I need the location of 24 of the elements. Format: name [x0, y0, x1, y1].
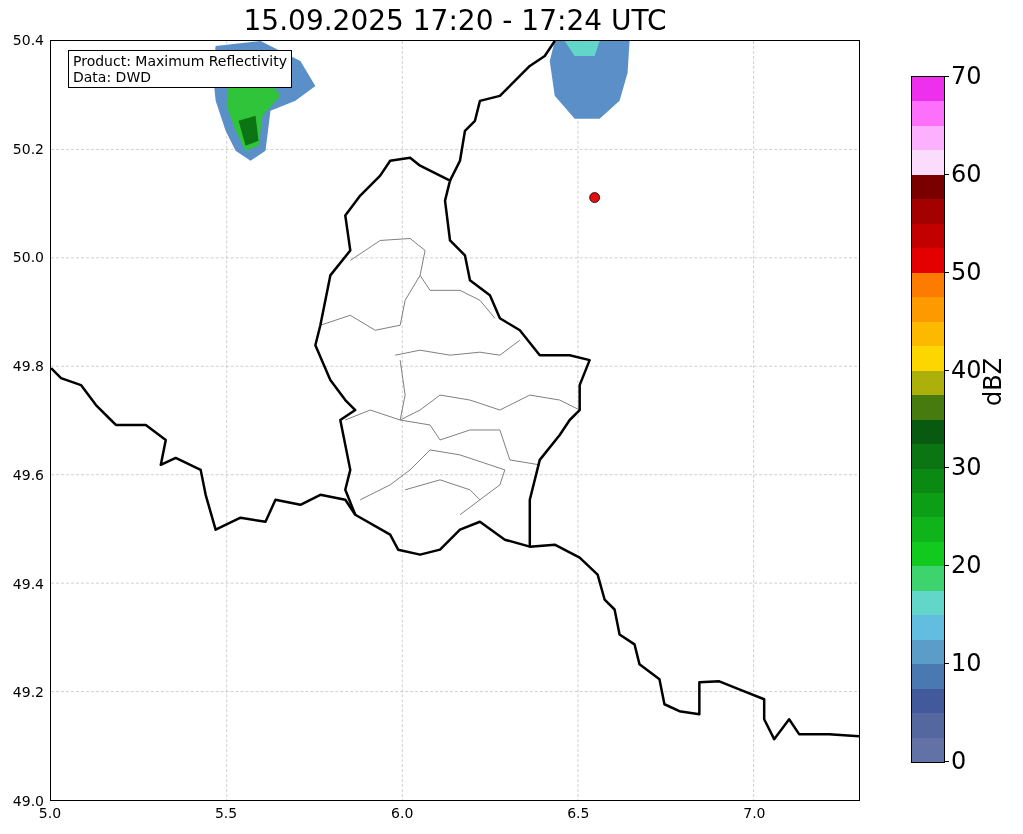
x-axis-tick-label: 6.0 [391, 805, 414, 821]
colorbar-tick-label: 10 [951, 651, 982, 676]
y-axis-tick-label: 50.4 [12, 32, 44, 48]
colorbar-tick-label: 50 [951, 259, 982, 284]
x-axis-tick-label: 5.5 [214, 805, 238, 821]
colorbar-tick-label: 40 [951, 357, 982, 382]
colorbar-tick-label: 20 [951, 553, 982, 578]
y-axis-tick-label: 49.2 [12, 684, 44, 701]
colorbar-tick-label: 70 [951, 64, 982, 88]
colorbar-tick-label: 0 [951, 749, 967, 773]
x-axis-tick-label: 7.0 [743, 805, 766, 821]
y-axis-tick-label: 50.2 [12, 140, 44, 157]
x-axis-tick-label: 6.5 [567, 805, 590, 821]
info-text: Product: Maximum Reflectivity [73, 53, 287, 69]
y-axis-tick-label: 49.8 [12, 358, 44, 375]
y-axis-tick-label: 50.0 [12, 249, 44, 266]
chart-title: 15.09.2025 17:20 - 17:24 UTC [242, 3, 668, 39]
colorbar-label: dBZ [979, 357, 1007, 406]
y-axis-tick-label: 49.4 [12, 575, 44, 592]
y-axis-tick-label: 49.6 [12, 466, 44, 483]
info-text: Data: DWD [73, 69, 152, 85]
colorbar-tick-label: 60 [951, 161, 982, 186]
location-marker [589, 192, 600, 203]
colorbar-tick-label: 30 [951, 455, 982, 480]
